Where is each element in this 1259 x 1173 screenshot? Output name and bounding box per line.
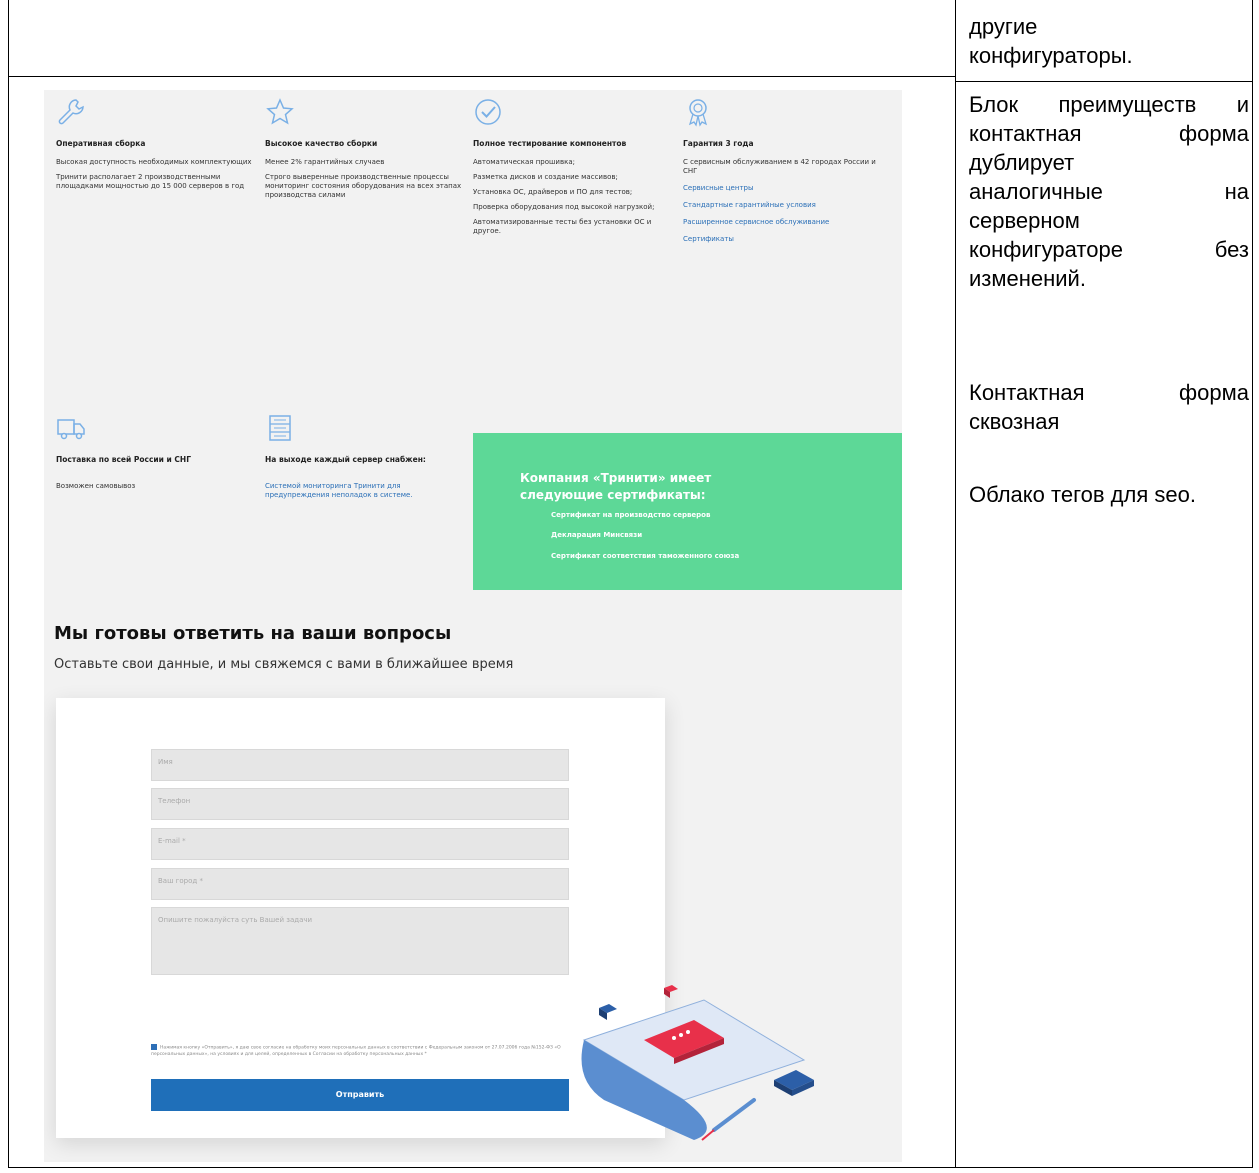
message-textarea[interactable]: Опишите пожалуйста суть Вашей задачи	[151, 907, 569, 975]
table-border-right	[1252, 0, 1253, 1168]
consent-checkbox[interactable]	[151, 1044, 157, 1050]
note-line: Блок преимуществ и	[969, 92, 1249, 117]
note-line: Контактная форма	[969, 380, 1249, 405]
feature-text: Возможен самовывоз	[56, 482, 136, 490]
star-icon	[266, 98, 294, 125]
link-service-centers[interactable]: Сервисные центры	[683, 184, 881, 193]
note-line: серверном	[969, 208, 1080, 233]
table-column-divider	[955, 0, 956, 1168]
note-line: сквозная	[969, 409, 1060, 434]
feature-text: Автоматическая прошивка;	[473, 158, 575, 166]
note-line: изменений.	[969, 266, 1086, 291]
link-certificates[interactable]: Сертификаты	[683, 235, 881, 244]
embedded-screenshot: Оперативная сборка Высокая доступность н…	[44, 90, 902, 1162]
feature-text: Строго выверенные производственные проце…	[265, 173, 462, 199]
contact-title: Мы готовы ответить на ваши вопросы	[54, 623, 452, 644]
feature-title: Высокое качество сборки	[265, 139, 378, 148]
list-icon	[269, 415, 291, 441]
note-line: конфигураторы.	[969, 43, 1133, 68]
feature-title: На выходе каждый сервер снабжен:	[265, 455, 426, 464]
link-warranty-conditions[interactable]: Стандартные гарантийные условия	[683, 201, 881, 210]
consent-text: Нажимая кнопку «Отправить», я даю свое с…	[151, 1045, 561, 1057]
feature-title: Полное тестирование компонентов	[473, 139, 627, 148]
note-line: другие	[969, 14, 1038, 39]
feature-testing: Полное тестирование компонентов Автомати…	[473, 97, 671, 236]
note-line: контактная форма	[969, 121, 1249, 146]
feature-text: Установка ОС, драйверов и ПО для тестов;	[473, 188, 633, 196]
feature-quality: Высокое качество сборки Менее 2% гаранти…	[265, 97, 463, 200]
certificates-panel: Компания «Тринити» имеет следующие серти…	[473, 433, 902, 590]
table-row-divider-left	[8, 76, 956, 77]
feature-monitoring: На выходе каждый сервер снабжен: Системо…	[265, 413, 463, 500]
wrench-icon	[58, 99, 84, 125]
truck-icon	[57, 419, 85, 440]
feature-text: Проверка оборудования под высокой нагруз…	[473, 203, 655, 211]
feature-title: Поставка по всей России и СНГ	[56, 455, 191, 464]
table-row-divider-right	[955, 81, 1253, 82]
city-field[interactable]: Ваш город *	[151, 868, 569, 900]
certificate-item: Декларация Минсвязи	[551, 531, 643, 539]
certificate-item: Сертификат на производство серверов	[551, 511, 711, 519]
note-block-tags: Облако тегов для seo.	[969, 480, 1249, 509]
note-block-contact: Контактная форма сквозная	[969, 378, 1249, 436]
name-field[interactable]: Имя	[151, 749, 569, 781]
certificates-title: Компания «Тринити» имеет следующие серти…	[520, 471, 712, 502]
check-circle-icon	[475, 99, 501, 125]
link-extended-service[interactable]: Расширенное сервисное обслуживание	[683, 218, 881, 227]
feature-delivery: Поставка по всей России и СНГ Возможен с…	[56, 413, 254, 491]
table-border-bottom	[8, 1167, 1253, 1168]
note-top: другие конфигураторы.	[969, 12, 1249, 70]
link-monitoring-system[interactable]: Системой мониторинга Тринити для предупр…	[265, 482, 463, 500]
consent-row: Нажимая кнопку «Отправить», я даю свое с…	[151, 1044, 571, 1058]
feature-text: С сервисным обслуживанием в 42 городах Р…	[683, 158, 876, 175]
contact-subtitle: Оставьте свои данные, и мы свяжемся с ва…	[54, 657, 514, 672]
feature-fast-assembly: Оперативная сборка Высокая доступность н…	[56, 97, 254, 191]
feature-title: Оперативная сборка	[56, 139, 146, 148]
note-line: аналогичные на	[969, 179, 1249, 204]
isometric-illustration	[581, 985, 814, 1141]
phone-field[interactable]: Телефон	[151, 788, 569, 820]
feature-text: Разметка дисков и создание массивов;	[473, 173, 618, 181]
feature-warranty: Гарантия 3 года С сервисным обслуживание…	[683, 97, 881, 244]
note-line: дублирует	[969, 150, 1075, 175]
feature-text: Менее 2% гарантийных случаев	[265, 158, 385, 166]
feature-text: Высокая доступность необходимых комплект…	[56, 158, 252, 166]
feature-text: Тринити располагает 2 производственными …	[56, 173, 245, 190]
feature-title: Гарантия 3 года	[683, 139, 754, 148]
note-line: Облако тегов для seo.	[969, 482, 1196, 507]
table-border-left	[8, 0, 9, 1168]
submit-button[interactable]: Отправить	[151, 1079, 569, 1111]
certificate-item: Сертификат соответствия таможенного союз…	[551, 552, 740, 560]
award-icon	[688, 99, 708, 127]
note-line: конфигураторе без	[969, 237, 1249, 262]
note-block-advantages: Блок преимуществ и контактная форма дубл…	[969, 90, 1249, 293]
email-field[interactable]: E-mail *	[151, 828, 569, 860]
document-table: другие конфигураторы. Блок преимуществ и…	[0, 0, 1259, 1173]
feature-text: Автоматизированные тесты без установки О…	[473, 218, 652, 235]
